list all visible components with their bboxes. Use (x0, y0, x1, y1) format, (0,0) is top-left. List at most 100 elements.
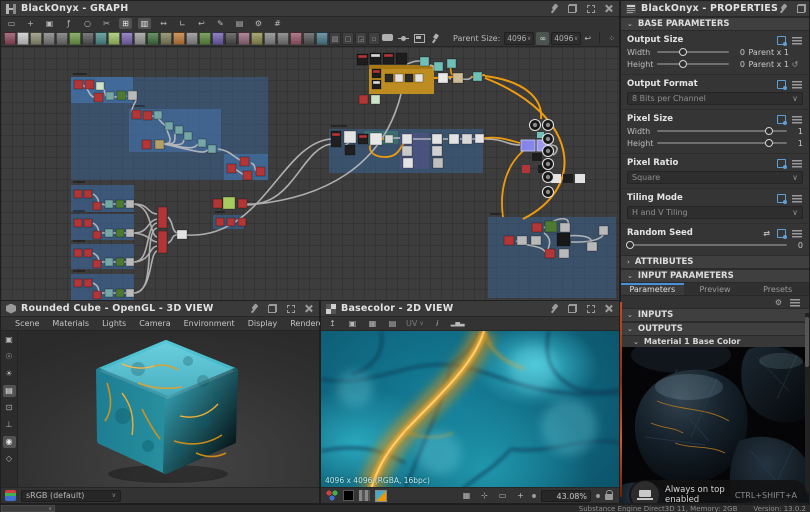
menu-item[interactable]: Environment (184, 319, 235, 328)
menu-item[interactable]: Lights (102, 319, 126, 328)
node-warp-icon[interactable] (238, 32, 250, 45)
section-base-parameters[interactable]: ⌄ BASE PARAMETERS (621, 17, 809, 31)
node-swap-icon[interactable] (160, 32, 172, 45)
maximize-icon[interactable] (585, 3, 596, 14)
maximize-icon[interactable] (285, 303, 296, 314)
node-blend-icon[interactable] (43, 32, 55, 45)
pin-icon[interactable] (778, 3, 789, 14)
tab-preview[interactable]: Preview (684, 283, 747, 295)
height-mode[interactable]: Parent x 1 (745, 60, 789, 69)
node-tile-icon[interactable] (134, 32, 146, 45)
node-levels-icon[interactable] (82, 32, 94, 45)
output-format-select[interactable]: 8 Bits per Channel∨ (627, 92, 803, 105)
fit-view-icon[interactable]: ⊡ (3, 402, 16, 414)
inherit-icon[interactable] (777, 194, 786, 203)
section-outputs[interactable]: ⌄ OUTPUTS (621, 322, 809, 336)
node-normal-icon[interactable] (199, 32, 211, 45)
output-material-base-color[interactable]: ⌄ Material 1 Base Color (621, 336, 809, 347)
parent-height-select[interactable]: 4096∨ (551, 32, 581, 45)
color-profile-icon[interactable] (5, 490, 16, 501)
histogram-icon[interactable]: ▂▅▃ (451, 318, 464, 329)
param-menu-icon[interactable] (792, 229, 802, 238)
node-hsl-icon[interactable] (121, 32, 133, 45)
tab-parameters[interactable]: Parameters (621, 283, 684, 295)
reset-size-icon[interactable]: ↩ (581, 33, 594, 44)
menu-item[interactable]: Camera (139, 319, 170, 328)
node-flood-fill-icon[interactable] (290, 32, 302, 45)
pin-icon[interactable] (549, 3, 560, 14)
background-swatch[interactable] (343, 490, 354, 501)
pin-note-icon[interactable] (429, 32, 442, 45)
display-image-icon[interactable]: ▤ (3, 385, 16, 397)
fit-view-icon[interactable]: ⊹ (478, 490, 491, 501)
grid-toggle-icon[interactable]: ▦ (460, 490, 473, 501)
channels-rgb-ic on[interactable] (326, 490, 338, 501)
pixel-ratio-select[interactable]: Square∨ (627, 171, 803, 184)
node-blur-icon[interactable] (173, 32, 185, 45)
link-wh-icon[interactable]: ∞ (536, 32, 549, 45)
node-crop-icon[interactable] (277, 32, 289, 45)
inherit-icon[interactable] (777, 115, 786, 124)
environment-icon[interactable]: ☀ (3, 368, 16, 380)
node-height-icon[interactable] (251, 32, 263, 45)
axes-icon[interactable]: ⊥ (3, 419, 16, 431)
node-bitmap-icon[interactable] (4, 32, 16, 45)
pin-icon[interactable] (549, 303, 560, 314)
copy-image-icon[interactable]: ▦ (366, 318, 379, 329)
frame-note-icon[interactable] (413, 32, 426, 45)
graph-canvas[interactable] (1, 47, 619, 300)
node-text-icon[interactable] (264, 32, 276, 45)
inherit-icon[interactable] (777, 159, 786, 168)
geometry-icon[interactable]: ◉ (3, 436, 16, 448)
wireframe-icon[interactable]: ◇ (3, 453, 16, 465)
inherit-icon[interactable] (777, 80, 786, 89)
node-fxmap-icon[interactable] (316, 32, 328, 45)
save-image-icon[interactable]: ▣ (346, 318, 359, 329)
close-icon[interactable] (603, 3, 614, 14)
close-icon[interactable] (303, 303, 314, 314)
function-icon[interactable]: ƒ (62, 18, 75, 29)
node-align-icon[interactable]: ⁘ (605, 33, 618, 44)
image-display-icon[interactable]: ▤ (233, 18, 246, 29)
node-add-icon[interactable] (147, 32, 159, 45)
random-seed-slider[interactable] (627, 244, 787, 246)
properties-scrollbar[interactable] (805, 313, 809, 493)
zoom-level-input[interactable]: 43.08% (541, 490, 591, 502)
info-icon[interactable]: i (431, 318, 444, 329)
export-image-icon[interactable]: ↥ (326, 318, 339, 329)
output-width-slider[interactable] (657, 51, 729, 53)
frame-fit-icon[interactable]: ▢ (342, 32, 354, 45)
zoom-in-icon[interactable] (596, 494, 600, 498)
close-icon[interactable] (603, 303, 614, 314)
param-menu-icon[interactable] (792, 159, 802, 168)
list-menu-icon[interactable] (790, 298, 800, 307)
color-profile-select[interactable]: sRGB (default)∨ (21, 490, 121, 502)
output-height-slider[interactable] (657, 63, 729, 65)
width-mode[interactable]: Parent x 1 (745, 48, 789, 57)
thumbnails-icon[interactable]: ▥ (138, 18, 151, 29)
menu-item[interactable]: Display (248, 319, 278, 328)
marquee-select-icon[interactable]: ▭ (5, 18, 18, 29)
param-menu-icon[interactable] (792, 80, 802, 89)
pin-icon[interactable] (249, 303, 260, 314)
pixel-width-slider[interactable] (657, 130, 787, 132)
uv-mode-select[interactable]: UV∨ (406, 319, 424, 328)
graph-view-icon[interactable]: ⊞ (119, 18, 132, 29)
param-menu-icon[interactable] (792, 194, 802, 203)
grid-snap-icon[interactable]: # (271, 18, 284, 29)
menu-item[interactable]: Scene (15, 319, 39, 328)
zoom-out-icon[interactable] (532, 494, 536, 498)
section-input-parameters[interactable]: ⌄ INPUT PARAMETERS (621, 269, 809, 283)
pixel-height-slider[interactable] (657, 142, 787, 144)
node-quantize-icon[interactable] (225, 32, 237, 45)
frame-add-icon[interactable]: ▧ (329, 32, 341, 45)
background-image-icon[interactable]: ▤ (386, 318, 399, 329)
frame-dashed-icon[interactable]: ▫ (368, 32, 380, 45)
float-window-icon[interactable] (567, 3, 578, 14)
menu-item[interactable]: Materials (52, 319, 89, 328)
frame-export-icon[interactable]: ◲ (355, 32, 367, 45)
float-window-icon[interactable] (567, 303, 578, 314)
unlink-icon[interactable]: ✂ (100, 18, 113, 29)
light-icon[interactable]: ☉ (3, 351, 16, 363)
node-gradient-map-icon[interactable] (212, 32, 224, 45)
